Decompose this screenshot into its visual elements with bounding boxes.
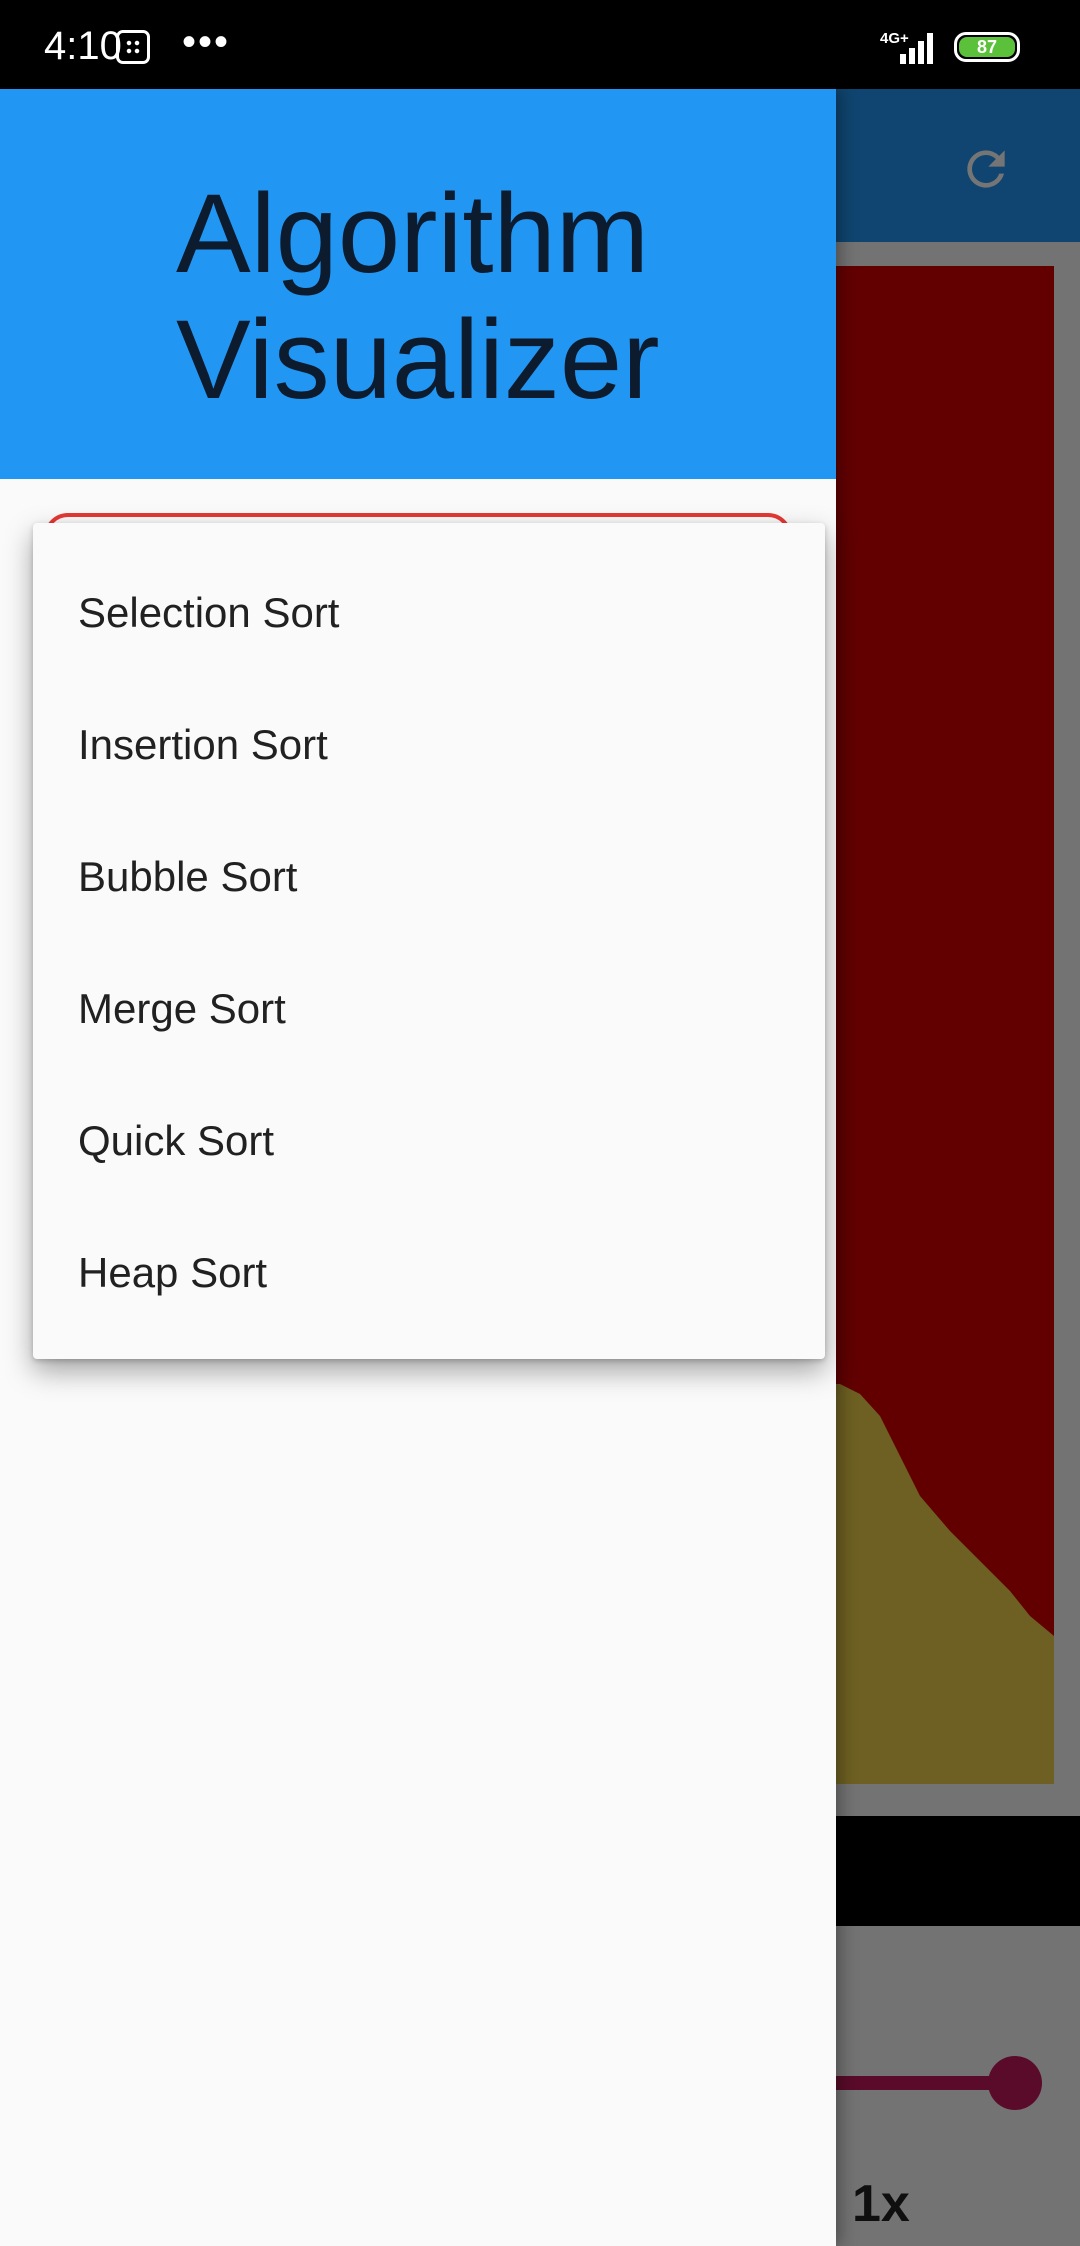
app-title-line-1: Algorithm: [176, 171, 650, 296]
battery-level: 87: [959, 37, 1015, 57]
app-title: Algorithm Visualizer: [176, 171, 736, 423]
drawer-header: Algorithm Visualizer: [0, 89, 836, 479]
menu-item-quick-sort[interactable]: Quick Sort: [33, 1075, 825, 1207]
algorithm-dropdown-menu: Selection Sort Insertion Sort Bubble Sor…: [33, 523, 825, 1359]
menu-item-merge-sort[interactable]: Merge Sort: [33, 943, 825, 1075]
signal-icon: [900, 33, 933, 64]
menu-item-selection-sort[interactable]: Selection Sort: [33, 547, 825, 679]
calculator-notification-icon: [116, 30, 150, 64]
menu-item-bubble-sort[interactable]: Bubble Sort: [33, 811, 825, 943]
app-title-line-2: Visualizer: [176, 297, 660, 422]
menu-item-heap-sort[interactable]: Heap Sort: [33, 1207, 825, 1339]
battery-icon: 87: [954, 32, 1020, 62]
status-bar: 4:10 ••• 4G+ 87: [0, 0, 1080, 89]
screen: 4:10 ••• 4G+ 87 Algorithm Visualizer Sel…: [0, 0, 1080, 2246]
status-time: 4:10: [44, 24, 122, 68]
more-notifications-icon: •••: [182, 20, 231, 64]
menu-item-insertion-sort[interactable]: Insertion Sort: [33, 679, 825, 811]
